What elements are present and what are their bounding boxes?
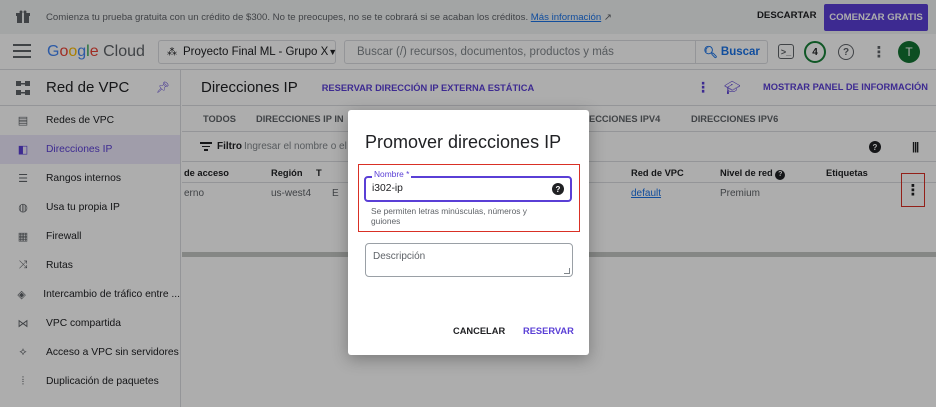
description-field[interactable]: Descripción	[365, 243, 573, 277]
cancel-button[interactable]: CANCELAR	[453, 326, 505, 336]
resize-handle-icon[interactable]	[564, 268, 570, 274]
reserve-button[interactable]: RESERVAR	[523, 326, 574, 336]
help-icon[interactable]: ?	[552, 183, 564, 195]
name-field-value[interactable]: i302-ip	[372, 183, 403, 194]
name-field-hint: Se permiten letras minúsculas, números y…	[371, 206, 527, 226]
promote-ip-dialog: Promover direcciones IP Nombre * i302-ip…	[348, 110, 589, 355]
dialog-title: Promover direcciones IP	[365, 132, 562, 152]
name-field-label: Nombre *	[372, 169, 412, 179]
description-placeholder: Descripción	[373, 251, 426, 262]
name-field[interactable]: Nombre * i302-ip ?	[364, 169, 572, 202]
